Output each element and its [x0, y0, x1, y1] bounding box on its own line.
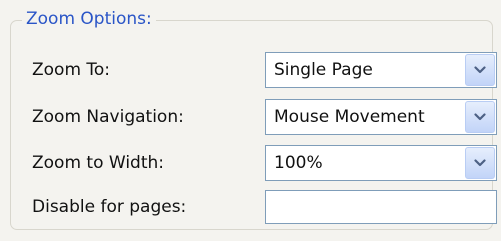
chevron-down-icon — [474, 113, 486, 121]
zoom-to-value: Single Page — [274, 60, 373, 80]
zoom-to-width-value: 100% — [274, 153, 323, 173]
chevron-down-icon — [474, 66, 486, 74]
disable-for-pages-input[interactable] — [265, 190, 497, 224]
zoom-to-width-label: Zoom to Width: — [32, 153, 164, 173]
zoom-to-width-select[interactable]: 100% — [265, 145, 497, 181]
zoom-options-title: Zoom Options: — [22, 6, 156, 32]
chevron-down-icon — [474, 159, 486, 167]
zoom-to-label: Zoom To: — [32, 60, 111, 80]
disable-for-pages-label: Disable for pages: — [32, 197, 187, 217]
zoom-navigation-value: Mouse Movement — [274, 107, 425, 127]
zoom-to-dropdown-button[interactable] — [465, 54, 495, 86]
zoom-navigation-select[interactable]: Mouse Movement — [265, 99, 497, 135]
zoom-navigation-label: Zoom Navigation: — [32, 107, 184, 127]
zoom-to-width-dropdown-button[interactable] — [465, 147, 495, 179]
zoom-to-select[interactable]: Single Page — [265, 52, 497, 88]
zoom-navigation-dropdown-button[interactable] — [465, 101, 495, 133]
